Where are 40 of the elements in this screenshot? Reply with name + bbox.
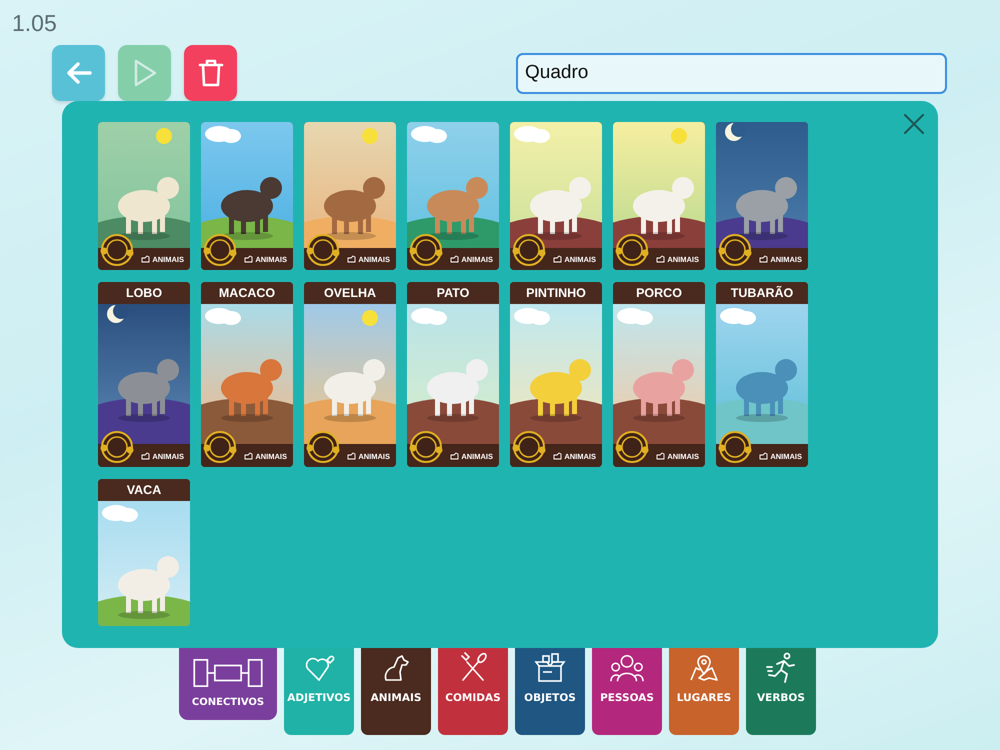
card-title: PATO	[407, 282, 499, 304]
seal-icon	[718, 233, 752, 267]
trash-icon	[198, 58, 224, 88]
card-title: PORCO	[613, 282, 705, 304]
category-tab[interactable]: CONECTIVOS	[179, 648, 277, 720]
seal-icon	[615, 430, 649, 464]
card-title: VACA	[98, 479, 190, 501]
seal-icon	[100, 430, 134, 464]
picture-card[interactable]: VACA	[98, 479, 190, 626]
seal-icon	[306, 430, 340, 464]
seal-icon	[718, 430, 752, 464]
seal-icon	[615, 233, 649, 267]
seal-icon	[306, 233, 340, 267]
seal-icon	[203, 233, 237, 267]
close-icon[interactable]	[902, 112, 926, 136]
category-tab[interactable]: LUGARES	[669, 648, 739, 735]
card-title: LOBO	[98, 282, 190, 304]
seal-icon	[409, 430, 443, 464]
category-tab[interactable]: VERBOS	[746, 648, 816, 735]
runner-icon	[764, 652, 798, 684]
delete-button[interactable]	[184, 45, 237, 101]
card-title: TUBARÃO	[716, 282, 808, 304]
seal-icon	[100, 233, 134, 267]
back-button[interactable]	[52, 45, 105, 101]
people-icon	[610, 652, 644, 684]
category-tab[interactable]: COMIDAS	[438, 648, 508, 735]
seal-icon	[512, 430, 546, 464]
box-icon	[533, 652, 567, 684]
card-title: MACACO	[201, 282, 293, 304]
version-label: 1.05	[12, 10, 57, 35]
card-title: OVELHA	[304, 282, 396, 304]
card-title: PINTINHO	[510, 282, 602, 304]
category-tab[interactable]: OBJETOS	[515, 648, 585, 735]
category-tab[interactable]: PESSOAS	[592, 648, 662, 735]
seal-icon	[409, 233, 443, 267]
category-tab[interactable]: ANIMAIS	[361, 648, 431, 735]
seal-icon	[203, 430, 237, 464]
search-field[interactable]: Quadro	[516, 52, 947, 94]
connector-icon	[192, 658, 264, 688]
seal-icon	[512, 233, 546, 267]
